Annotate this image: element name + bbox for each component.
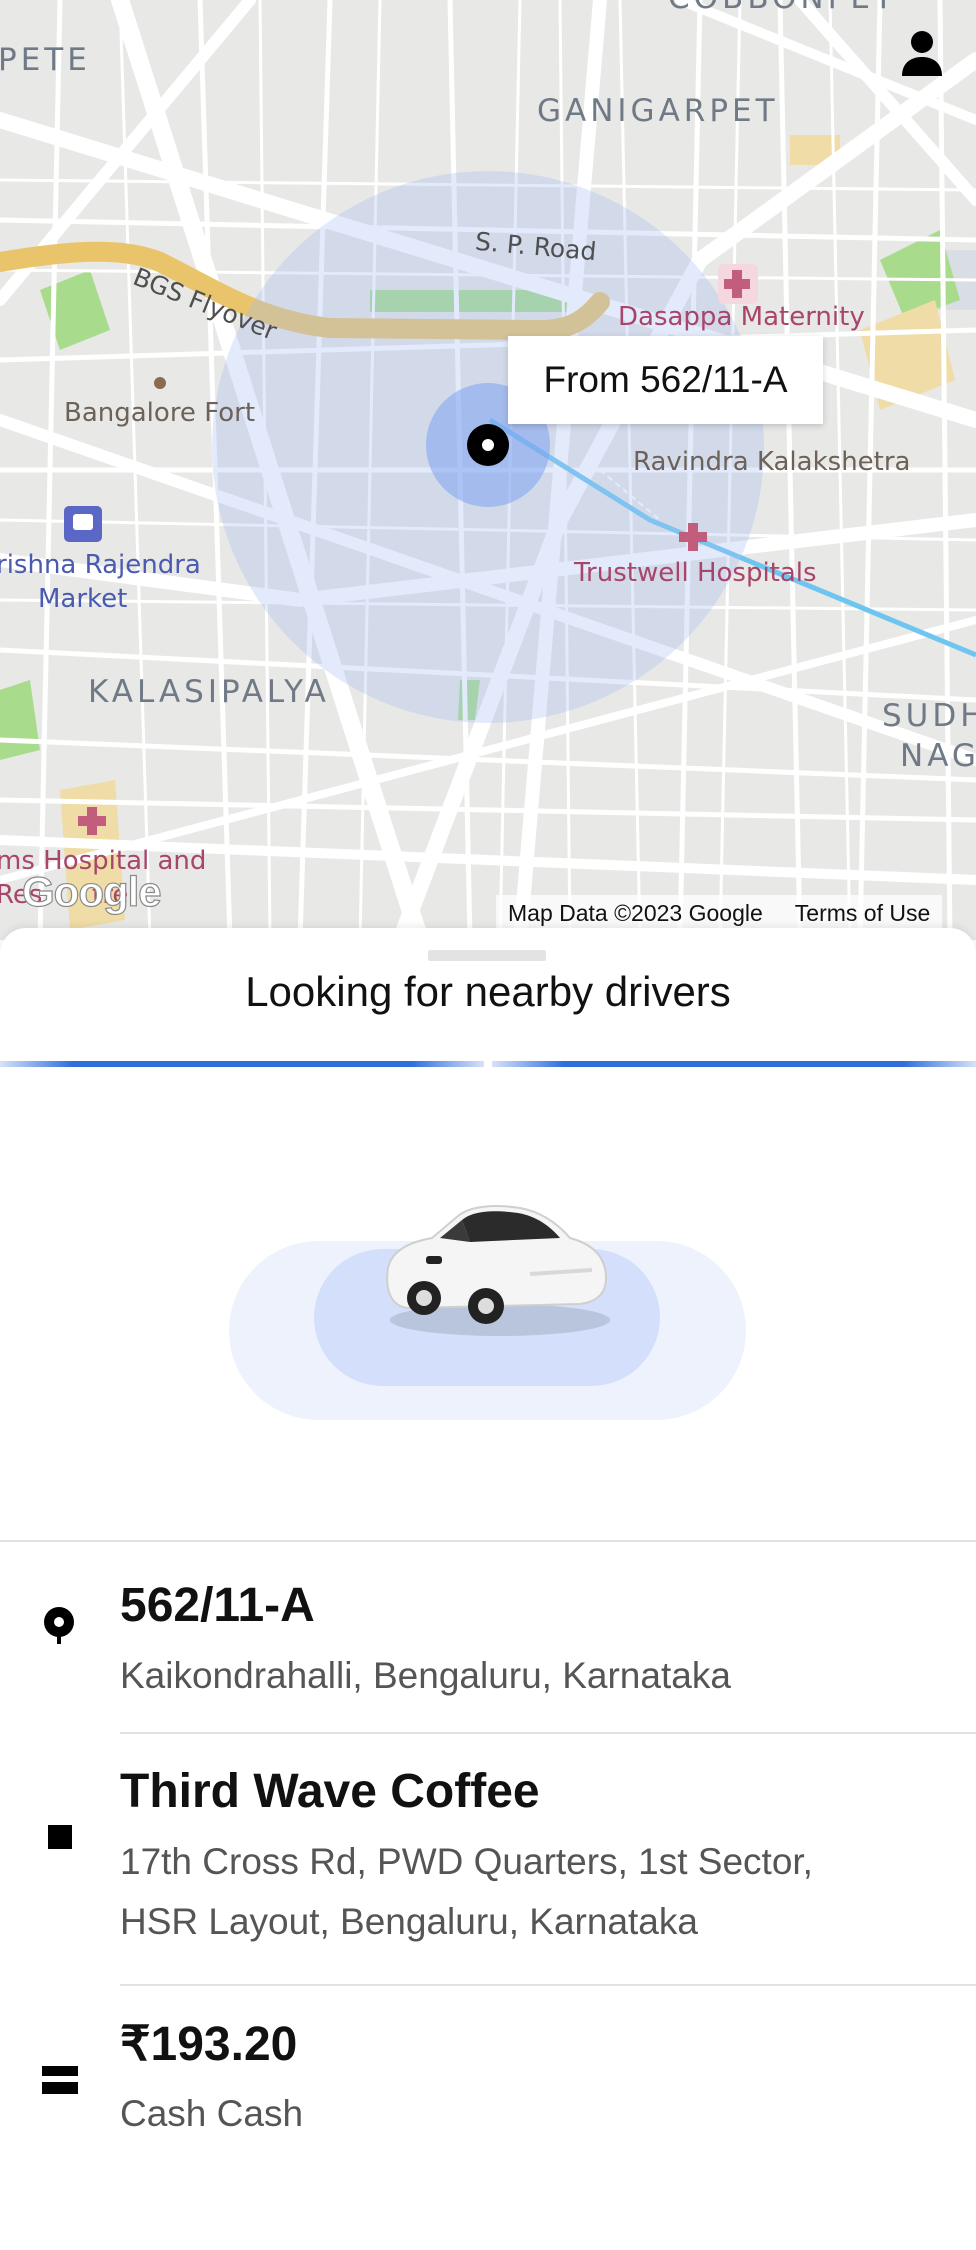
map-label-area: GANIGARPET — [537, 93, 779, 129]
map-label-transit[interactable]: Market — [38, 584, 127, 614]
map-label-transit[interactable]: rishna Rajendra — [0, 550, 201, 580]
dropoff-location-row[interactable]: Third Wave Coffee 17th Cross Rd, PWD Qua… — [0, 1734, 976, 1984]
map-view[interactable]: PETE COBBONPET GANIGARPET S. P. Road BGS… — [0, 0, 976, 940]
map-attribution: Map Data ©2023 Google Terms of Use — [496, 895, 943, 931]
terms-of-use-link[interactable]: Terms of Use — [795, 900, 930, 927]
person-icon — [902, 31, 942, 76]
map-data-text: Map Data ©2023 Google — [508, 899, 763, 926]
payment-row[interactable]: ₹193.20 Cash Cash — [0, 1986, 976, 2176]
dropoff-title: Third Wave Coffee — [120, 1765, 540, 1818]
dropoff-square-icon — [48, 1825, 72, 1849]
map-label-area: NAG — [900, 738, 976, 774]
pickup-location-row[interactable]: 562/11-A Kaikondrahalli, Bengaluru, Karn… — [0, 1542, 976, 1732]
payment-method: Cash Cash — [120, 2093, 304, 2134]
search-progress-bar — [0, 1061, 976, 1067]
car-icon — [386, 1205, 610, 1336]
pickup-title: 562/11-A — [120, 1579, 315, 1632]
pickup-pin-icon — [44, 1607, 74, 1644]
searching-title: Looking for nearby drivers — [245, 968, 731, 1015]
fare-amount: ₹193.20 — [120, 2018, 298, 2071]
dropoff-address-line2: HSR Layout, Bengaluru, Karnataka — [120, 1901, 698, 1942]
cash-icon — [42, 2066, 78, 2094]
progress-segment — [0, 1061, 484, 1067]
ride-status-sheet: Looking for nearby drivers 562/11-A Kaik… — [0, 928, 976, 2250]
map-label-area: COBBONPET — [668, 0, 897, 16]
pickup-callout: From 562/11-A — [508, 336, 823, 424]
pickup-address: Kaikondrahalli, Bengaluru, Karnataka — [120, 1655, 731, 1696]
google-logo: Google — [21, 867, 162, 915]
map-label-poi[interactable]: Dasappa Maternity — [618, 302, 865, 332]
progress-segment — [492, 1061, 976, 1067]
map-label-area: PETE — [0, 42, 91, 78]
map-label-place[interactable]: Bangalore Fort — [64, 398, 255, 428]
profile-button[interactable] — [898, 28, 946, 80]
map-label-place[interactable]: Ravindra Kalakshetra — [633, 447, 910, 477]
dropoff-address-line1: 17th Cross Rd, PWD Quarters, 1st Sector, — [120, 1841, 813, 1882]
map-label-area: KALASIPALYA — [88, 674, 330, 710]
map-label-poi[interactable]: Trustwell Hospitals — [574, 558, 817, 588]
drag-handle[interactable] — [428, 950, 546, 961]
map-label-area: SUDH — [882, 698, 976, 734]
